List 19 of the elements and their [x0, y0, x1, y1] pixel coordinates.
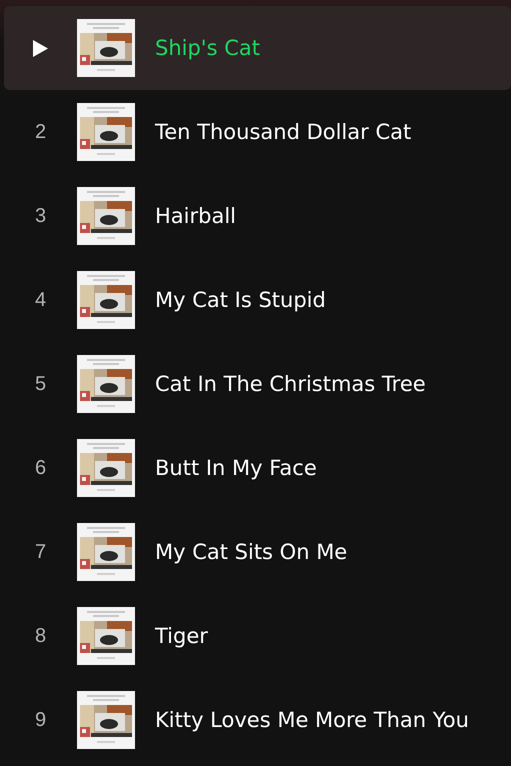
track-number: 9 — [34, 708, 46, 732]
track-number: 3 — [34, 204, 46, 228]
track-title[interactable]: Hairball — [155, 204, 236, 228]
track-title[interactable]: Ship's Cat — [155, 36, 260, 60]
play-icon[interactable] — [33, 40, 48, 56]
track-number: 5 — [34, 372, 46, 396]
track-title[interactable]: Tiger — [155, 624, 208, 648]
track-title[interactable]: Kitty Loves Me More Than You — [155, 708, 469, 732]
track-number: 2 — [34, 120, 46, 144]
track-title[interactable]: My Cat Is Stupid — [155, 288, 326, 312]
track-number: 8 — [34, 624, 46, 648]
track-number: 7 — [34, 540, 46, 564]
track-title[interactable]: My Cat Sits On Me — [155, 540, 348, 564]
track-number: 6 — [34, 456, 46, 480]
track-title[interactable]: Cat In The Christmas Tree — [155, 372, 426, 396]
track-title[interactable]: Butt In My Face — [155, 456, 317, 480]
track-number: 4 — [34, 288, 46, 312]
track-title[interactable]: Ten Thousand Dollar Cat — [155, 120, 412, 144]
track-row-playing[interactable]: Ship's Cat — [4, 6, 511, 90]
